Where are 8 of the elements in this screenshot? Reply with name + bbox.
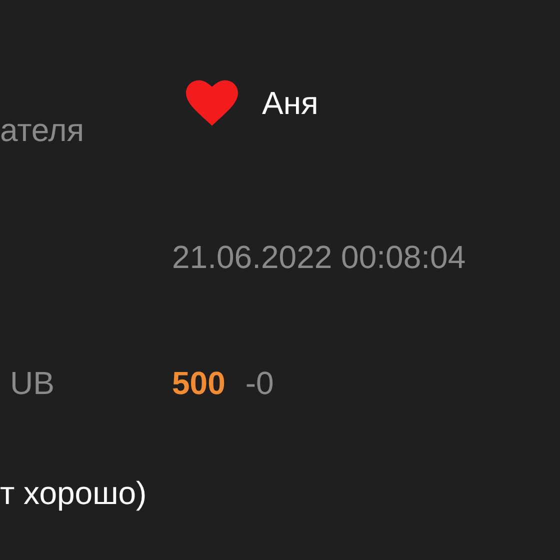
field-label: UB <box>10 364 54 403</box>
amount: 500 <box>172 364 226 403</box>
recipient-name: Аня <box>262 84 318 123</box>
date-time: 21.06.2022 00:08:04 <box>172 238 466 277</box>
comment-text: т хорошо) <box>0 474 147 513</box>
field-label: ателя <box>0 111 84 150</box>
heart-icon <box>186 80 238 126</box>
amount-change: -0 <box>245 364 274 403</box>
